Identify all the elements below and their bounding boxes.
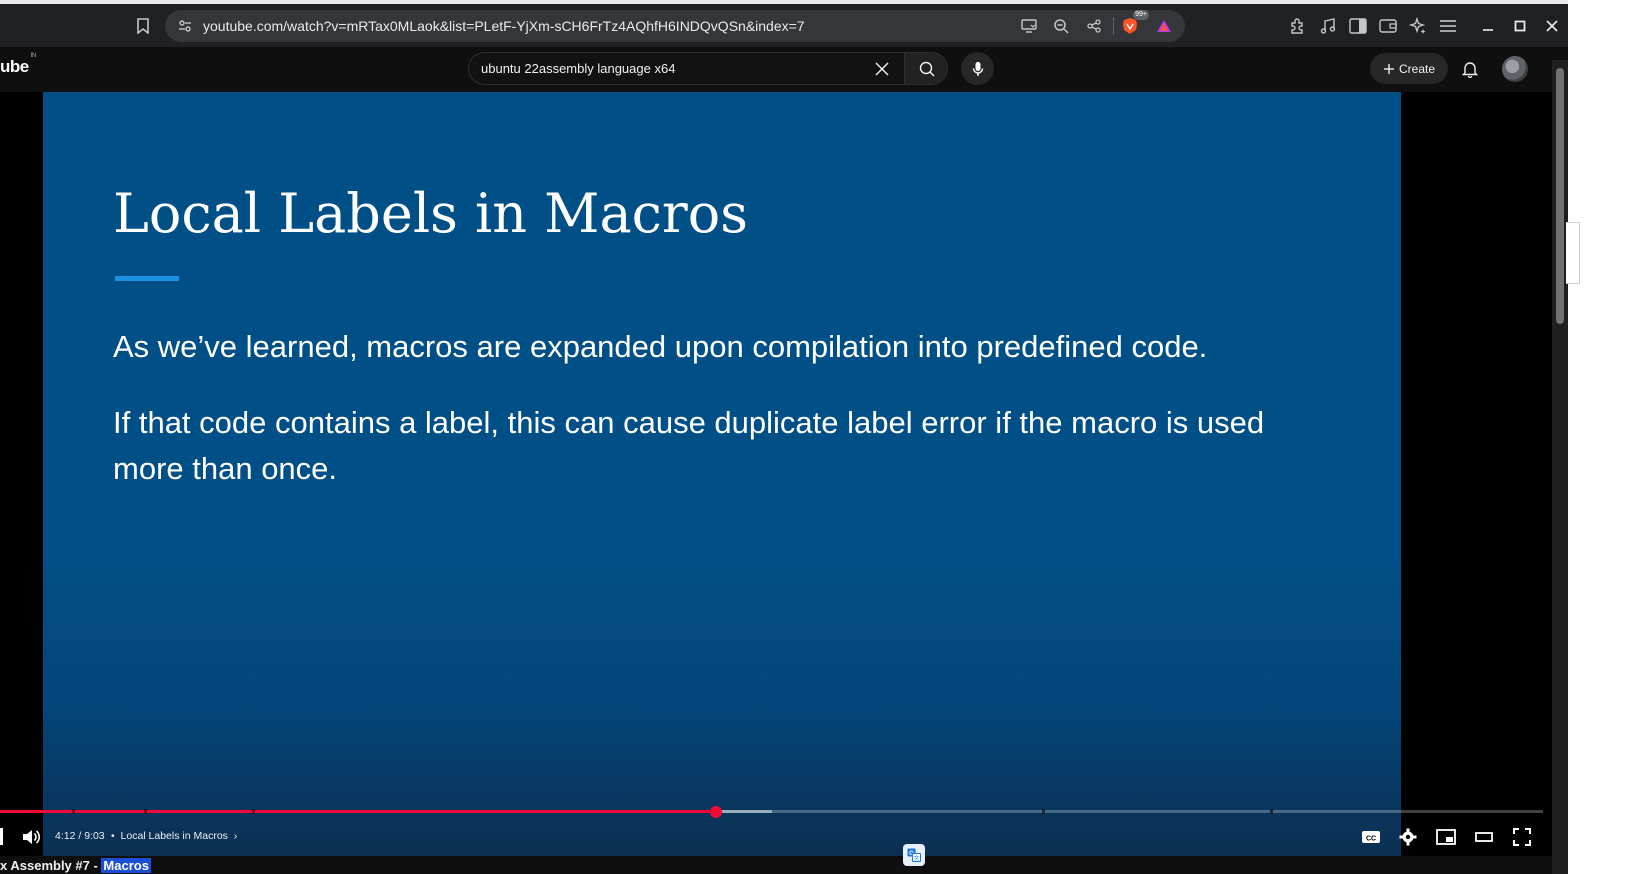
desktop-background <box>1568 0 1637 874</box>
leo-ai-icon[interactable] <box>1408 16 1428 36</box>
media-music-icon[interactable] <box>1318 16 1338 36</box>
video-frame-slide: Local Labels in Macros As we’ve learned,… <box>43 92 1401 856</box>
chapter-marker <box>1270 809 1273 814</box>
menu-icon[interactable] <box>1438 16 1458 36</box>
plus-icon <box>1383 63 1395 75</box>
browser-window: youtube.com/watch?v=mRTax0MLaok&list=PLe… <box>0 0 1568 874</box>
slide-paragraph: As we’ve learned, macros are expanded up… <box>113 329 1208 364</box>
progress-played <box>0 810 717 813</box>
progress-bar[interactable] <box>0 809 1543 814</box>
microphone-icon <box>972 61 984 77</box>
shields-count-badge: 99+ <box>1133 10 1149 20</box>
slide-paragraph: If that code contains a label, this can … <box>113 405 1265 486</box>
volume-icon[interactable] <box>19 825 43 849</box>
cast-install-icon[interactable] <box>1020 18 1038 34</box>
page-scrollbar[interactable] <box>1552 60 1568 874</box>
search-icon <box>919 61 935 77</box>
zoom-out-icon[interactable] <box>1053 18 1069 34</box>
theater-mode-icon[interactable] <box>1472 825 1496 849</box>
close-window-icon[interactable] <box>1542 16 1562 36</box>
slide-title: Local Labels in Macros <box>113 182 748 245</box>
chapter-marker <box>252 809 255 814</box>
miniplayer-icon[interactable] <box>1434 825 1458 849</box>
brave-rewards-icon[interactable] <box>1155 18 1173 34</box>
minimize-icon[interactable] <box>1478 16 1498 36</box>
chapter-marker <box>144 809 147 814</box>
translate-icon[interactable]: G文 <box>903 844 925 866</box>
browser-toolbar: youtube.com/watch?v=mRTax0MLaok&list=PLe… <box>0 4 1568 47</box>
next-button-edge[interactable] <box>0 828 3 845</box>
fullscreen-icon[interactable] <box>1510 825 1534 849</box>
slide-title-underline <box>115 276 179 281</box>
youtube-logo[interactable]: ubeIN <box>0 53 36 77</box>
svg-text:CC: CC <box>1366 836 1376 843</box>
wallet-icon[interactable] <box>1378 16 1398 36</box>
create-label: Create <box>1398 61 1436 76</box>
screen: youtube.com/watch?v=mRTax0MLaok&list=PLe… <box>0 0 1637 874</box>
extensions-icon[interactable] <box>1288 16 1308 36</box>
notifications-bell-icon[interactable] <box>1460 58 1480 80</box>
selected-title-text: Macros <box>101 858 151 873</box>
time-display: 4:12 / 9:03 <box>55 830 105 842</box>
create-button[interactable]: Create <box>1370 53 1448 84</box>
background-window-edge <box>1566 222 1580 284</box>
video-title: x Assembly #7 - Macros <box>0 858 151 873</box>
voice-search-button[interactable] <box>961 52 994 85</box>
chapter-title-button[interactable]: • Local Labels in Macros › <box>111 830 237 842</box>
toolbar-divider <box>1113 17 1114 35</box>
youtube-header: ubeIN ubuntu 22assembly language x64 Cre… <box>0 47 1560 92</box>
search-input[interactable] <box>481 53 881 84</box>
search-box <box>468 52 948 85</box>
player-controls: 4:12 / 9:03 • Local Labels in Macros › C… <box>0 818 1552 856</box>
chapter-marker <box>1042 809 1045 814</box>
video-title-text: x Assembly #7 - <box>0 858 102 873</box>
sidebar-icon[interactable] <box>1348 16 1368 36</box>
logo-region: IN <box>30 53 37 60</box>
video-title-bar: x Assembly #7 - Macros <box>0 856 1560 874</box>
url-text[interactable]: youtube.com/watch?v=mRTax0MLaok&list=PLe… <box>203 18 805 34</box>
address-bar[interactable]: youtube.com/watch?v=mRTax0MLaok&list=PLe… <box>165 10 1185 42</box>
clear-search-icon[interactable] <box>873 60 891 78</box>
chapter-title: Local Labels in Macros <box>120 830 228 842</box>
account-avatar[interactable] <box>1502 56 1528 82</box>
maximize-icon[interactable] <box>1510 16 1530 36</box>
bookmark-icon[interactable] <box>134 16 152 36</box>
logo-text: ube <box>0 57 29 76</box>
video-player[interactable]: Local Labels in Macros As we’ve learned,… <box>0 92 1552 856</box>
search-button[interactable] <box>905 53 947 84</box>
site-settings-icon[interactable] <box>177 18 193 34</box>
chapter-marker <box>72 809 75 814</box>
subtitles-cc-icon[interactable]: CC <box>1359 825 1383 849</box>
scrollbar-thumb[interactable] <box>1556 68 1564 324</box>
settings-gear-icon[interactable] <box>1396 825 1420 849</box>
svg-text:文: 文 <box>914 854 920 862</box>
chevron-right-icon: › <box>233 830 238 842</box>
share-icon[interactable] <box>1086 18 1102 34</box>
slide-body: As we’ve learned, macros are expanded up… <box>113 324 1333 522</box>
